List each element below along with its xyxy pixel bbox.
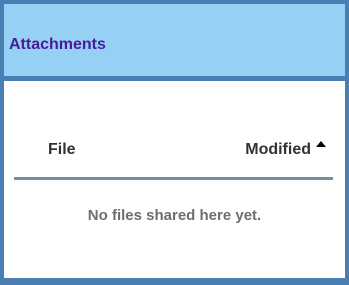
panel-title: Attachments [9, 36, 106, 53]
empty-state-message: No files shared here yet. [87, 207, 262, 224]
column-header-file[interactable]: File [48, 141, 76, 159]
sort-ascending-icon[interactable] [316, 141, 326, 147]
attachments-panel: Attachments File Modified No files share… [0, 0, 349, 285]
attachments-panel-body: Attachments File Modified No files share… [4, 4, 345, 278]
panel-header: Attachments [4, 4, 345, 81]
column-header-modified[interactable]: Modified [245, 141, 311, 159]
table-header-row: File Modified [14, 132, 333, 180]
